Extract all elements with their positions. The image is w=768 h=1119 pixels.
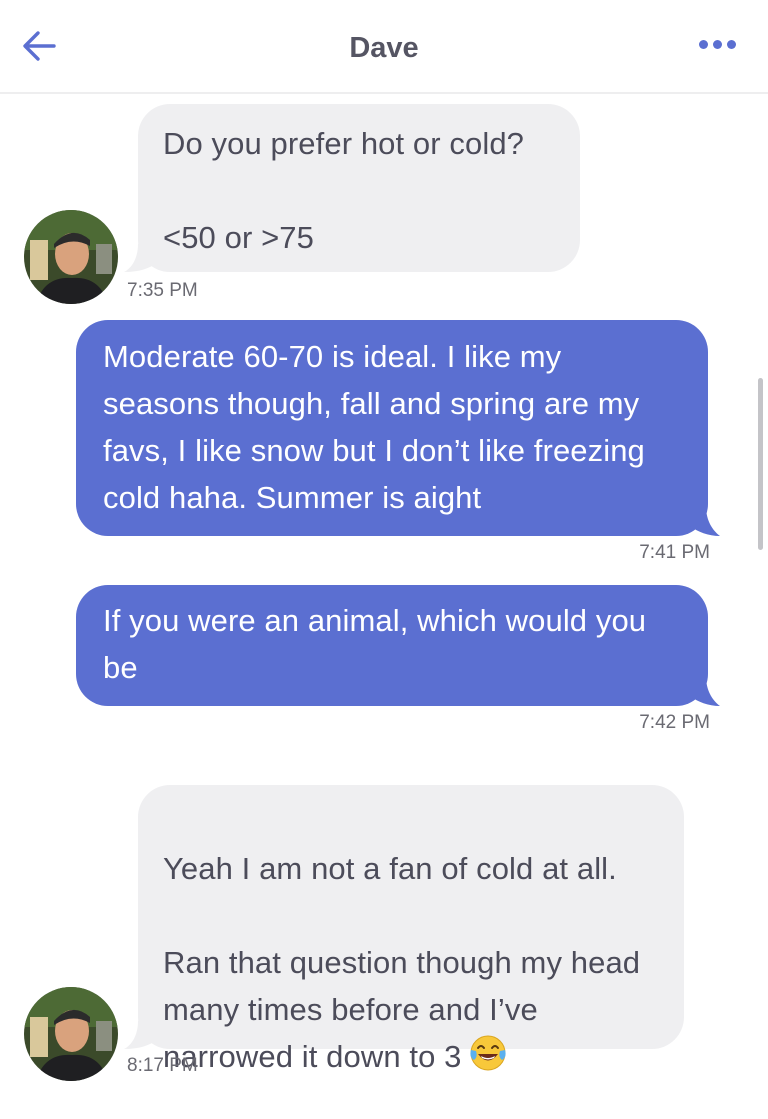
message-bubble-incoming[interactable]: Yeah I am not a fan of cold at all. Ran … — [138, 785, 684, 1074]
bubble-tail — [124, 1021, 158, 1049]
bubble-tail — [690, 506, 720, 536]
message-timestamp: 7:41 PM — [639, 542, 710, 563]
more-dot — [727, 40, 736, 49]
message-timestamp: 7:42 PM — [639, 712, 710, 733]
message-text: Yeah I am not a fan of cold at all. Ran … — [163, 851, 641, 1074]
scrollbar[interactable] — [758, 378, 763, 550]
bubble-tail — [690, 676, 720, 706]
message-bubble-outgoing[interactable]: Moderate 60-70 is ideal. I like my seaso… — [76, 320, 708, 536]
conversation-title[interactable]: Dave — [0, 32, 768, 65]
chat-header: Dave — [0, 0, 768, 94]
message-bubble-outgoing[interactable]: If you were an animal, which would you b… — [76, 585, 708, 706]
avatar[interactable] — [24, 987, 118, 1081]
more-horizontal-icon — [699, 40, 708, 49]
face-with-tears-of-joy-icon — [469, 1035, 506, 1071]
more-dot — [713, 40, 722, 49]
message-timestamp: 7:35 PM — [127, 280, 198, 301]
more-options-button[interactable] — [699, 40, 736, 49]
avatar-photo — [24, 987, 118, 1081]
bubble-tail — [124, 244, 158, 272]
avatar[interactable] — [24, 210, 118, 304]
message-bubble-incoming[interactable]: Do you prefer hot or cold? <50 or >75 — [138, 104, 580, 272]
avatar-photo — [24, 210, 118, 304]
message-timestamp: 8:17 PM — [127, 1055, 198, 1076]
